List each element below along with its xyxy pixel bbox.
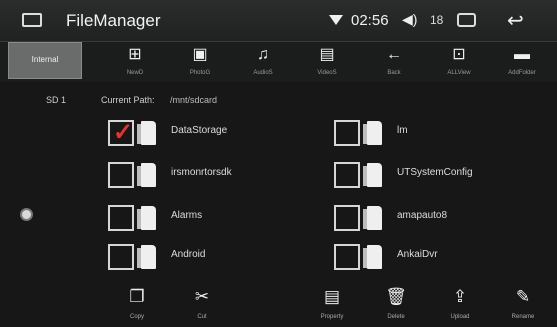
file-name: irsmonrtorsdk xyxy=(171,167,232,178)
status-bar: FileManager 02:56 ◀) 18 ↩ xyxy=(0,0,557,42)
clock: 02:56 xyxy=(351,12,389,29)
toolbar-label: PhotoG xyxy=(189,70,211,76)
photo-icon: ▣ xyxy=(192,46,208,63)
file-item[interactable]: AnkaiDvr xyxy=(334,240,534,276)
wifi-icon xyxy=(329,15,343,25)
action-label: Property xyxy=(320,314,344,320)
file-name: Alarms xyxy=(171,210,203,221)
file-icon xyxy=(363,163,382,187)
video-icon: ▤ xyxy=(319,46,335,63)
action-label: Cut xyxy=(197,314,207,320)
checkbox[interactable] xyxy=(108,162,134,188)
volume-level: 18 xyxy=(430,13,444,27)
file-item[interactable]: Android xyxy=(108,240,308,276)
file-name: lm xyxy=(397,125,408,136)
toolbar-photo-button[interactable]: ▣ PhotoG xyxy=(170,42,230,82)
action-label: Upload xyxy=(450,314,470,320)
file-icon xyxy=(363,245,382,269)
toolbar-audio-button[interactable]: ♫ AudioS xyxy=(233,42,293,82)
checkbox[interactable] xyxy=(334,205,360,231)
cut-button[interactable]: ✂ Cut xyxy=(174,282,230,327)
toolbar-addfolder-button[interactable]: ▬ AddFolder xyxy=(492,42,552,82)
music-icon: ♫ xyxy=(257,46,269,63)
action-label: Copy xyxy=(129,314,144,320)
toolbar-label: AddFolder xyxy=(508,70,536,76)
left-arrow-icon: ← xyxy=(386,46,402,63)
file-item[interactable]: amapauto8 xyxy=(334,201,534,237)
file-icon xyxy=(137,245,156,269)
toolbar-label: VideoS xyxy=(317,70,337,76)
copy-button[interactable]: ❐ Copy xyxy=(109,282,165,327)
action-bar: ❐ Copy ✂ Cut ▤ Property 🗑 Delete ⇪ Uploa… xyxy=(0,282,557,327)
toolbar-label: NewD xyxy=(126,70,144,76)
toolbar-video-button[interactable]: ▤ VideoS xyxy=(297,42,357,82)
toolbar-label: AudioS xyxy=(253,70,273,76)
checkbox[interactable] xyxy=(334,244,360,270)
upload-button[interactable]: ⇪ Upload xyxy=(432,282,488,327)
toolbar-label: Back xyxy=(387,70,401,76)
toolbar-back-button[interactable]: ← Back xyxy=(364,42,424,82)
file-name: UTSystemConfig xyxy=(397,167,473,178)
action-label: Rename xyxy=(511,314,535,320)
file-icon xyxy=(363,121,382,145)
upload-icon: ⇪ xyxy=(452,287,468,306)
file-name: AnkaiDvr xyxy=(397,249,438,260)
scissors-icon: ✂ xyxy=(194,287,210,306)
new-folder-icon: ▬ xyxy=(514,46,530,63)
toolbar-label: ALLView xyxy=(447,70,471,76)
trash-icon: 🗑 xyxy=(385,287,407,306)
toolbar-newd-button[interactable]: ⊞ NewD xyxy=(105,42,165,82)
property-icon: ▤ xyxy=(323,287,341,306)
storage-label[interactable]: SD 1 xyxy=(46,95,66,105)
speaker-icon[interactable]: ◀) xyxy=(402,11,417,28)
action-label: Delete xyxy=(387,314,405,320)
copy-icon: ❐ xyxy=(129,287,145,306)
rename-button[interactable]: ✎ Rename xyxy=(495,282,551,327)
file-item[interactable]: UTSystemConfig xyxy=(334,158,534,194)
file-icon xyxy=(363,206,382,230)
tab-internal[interactable]: Internal xyxy=(8,42,82,79)
window-icon[interactable] xyxy=(457,13,476,27)
property-button[interactable]: ▤ Property xyxy=(304,282,360,327)
path-label: Current Path: xyxy=(101,95,155,105)
delete-button[interactable]: 🗑 Delete xyxy=(368,282,424,327)
file-item[interactable]: DataStorage xyxy=(108,116,308,152)
toolbar-allview-button[interactable]: ⊡ ALLView xyxy=(429,42,489,82)
tab-internal-label: Internal xyxy=(31,55,59,64)
pencil-icon: ✎ xyxy=(515,287,531,306)
checkbox[interactable] xyxy=(108,118,134,147)
file-name: Android xyxy=(171,249,206,260)
file-icon xyxy=(137,163,156,187)
grid-icon: ⊞ xyxy=(128,46,142,63)
file-item[interactable]: Alarms xyxy=(108,201,308,237)
back-arrow-icon[interactable]: ↩ xyxy=(507,8,524,33)
app-title: FileManager xyxy=(66,11,161,30)
app-window-icon xyxy=(22,13,42,27)
checkbox[interactable] xyxy=(334,120,360,146)
floating-assist-button[interactable] xyxy=(20,208,33,221)
file-item[interactable]: irsmonrtorsdk xyxy=(108,158,308,194)
checkbox[interactable] xyxy=(108,244,134,270)
file-icon xyxy=(137,121,156,145)
grid-outline-icon: ⊡ xyxy=(452,46,466,63)
file-name: DataStorage xyxy=(171,125,228,136)
checkbox[interactable] xyxy=(334,162,360,188)
path-value: /mnt/sdcard xyxy=(170,95,218,105)
toolbar: Internal ⊞ NewD ▣ PhotoG ♫ AudioS ▤ Vide… xyxy=(0,42,557,82)
file-item[interactable]: lm xyxy=(334,116,534,152)
checkbox[interactable] xyxy=(108,205,134,231)
file-name: amapauto8 xyxy=(397,210,448,221)
file-icon xyxy=(137,206,156,230)
